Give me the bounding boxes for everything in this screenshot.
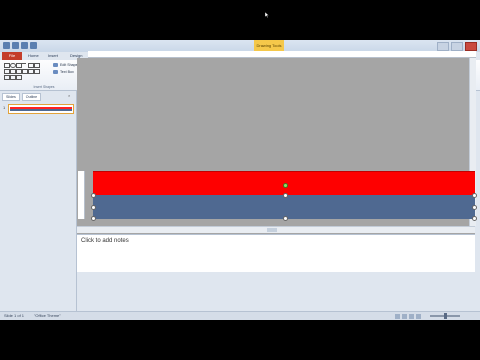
slide-sorter-icon[interactable]	[402, 314, 407, 319]
tab-slides[interactable]: Slides	[2, 93, 20, 101]
tab-outline[interactable]: Outline	[21, 93, 42, 101]
view-buttons	[395, 314, 421, 319]
zoom-slider[interactable]	[430, 313, 460, 319]
slide-thumbnail-number: 1	[3, 105, 6, 110]
smile-shape-icon[interactable]	[16, 75, 22, 80]
text-box-icon	[53, 70, 58, 74]
close-button[interactable]	[465, 42, 477, 51]
tab-home[interactable]: Home	[28, 52, 39, 60]
resize-handle-top-center[interactable]	[283, 193, 288, 198]
window-controls	[437, 42, 477, 51]
redo-icon[interactable]	[30, 42, 37, 49]
zoom-slider-knob[interactable]	[444, 313, 447, 319]
rotation-handle[interactable]	[283, 183, 288, 188]
resize-handle-bottom-left[interactable]	[91, 216, 96, 221]
text-box-button[interactable]: Text Box	[60, 70, 74, 74]
vertical-ruler	[78, 171, 85, 219]
app-icon[interactable]	[3, 42, 10, 49]
notes-placeholder: Click to add notes	[81, 238, 129, 244]
resize-handle-top-left[interactable]	[91, 193, 96, 198]
minimize-button[interactable]	[437, 42, 449, 51]
save-icon[interactable]	[12, 42, 19, 49]
horizontal-scrollbar[interactable]	[77, 226, 475, 233]
resize-handle-bottom-center[interactable]	[283, 216, 288, 221]
notes-pane[interactable]: Click to add notes	[77, 234, 475, 272]
resize-handle-top-right[interactable]	[472, 193, 477, 198]
horizontal-ruler	[88, 51, 476, 58]
video-frame: Drawing Tools File Home Insert Design Tr…	[0, 0, 480, 360]
group-label-insert-shapes: Insert Shapes	[33, 85, 55, 89]
slideshow-view-icon[interactable]	[416, 314, 421, 319]
close-pane-icon[interactable]: ×	[68, 93, 70, 98]
letterbox-bottom	[0, 320, 480, 360]
textbox-shape-icon[interactable]	[34, 63, 40, 68]
resize-handle-left[interactable]	[91, 205, 96, 210]
slides-pane: Slides Outline × 1	[0, 91, 77, 311]
slides-pane-tabs: Slides Outline	[2, 93, 42, 101]
tab-file[interactable]: File	[2, 52, 22, 60]
edit-shape-button[interactable]: Edit Shape	[60, 63, 78, 67]
slide-thumbnail[interactable]	[8, 104, 74, 114]
group-insert-shapes: Edit Shape Text Box Insert Shapes	[0, 60, 89, 90]
horizontal-scroll-thumb[interactable]	[267, 228, 277, 232]
line-shape-icon[interactable]	[22, 63, 26, 67]
reading-view-icon[interactable]	[409, 314, 414, 319]
more-shapes-icon[interactable]	[34, 69, 40, 74]
mouse-cursor-icon	[265, 12, 270, 18]
status-slide-info: Slide 1 of 1	[4, 313, 25, 318]
quick-access-toolbar	[3, 42, 37, 49]
tab-insert[interactable]: Insert	[48, 52, 58, 60]
normal-view-icon[interactable]	[395, 314, 400, 319]
edit-shape-icon	[53, 63, 58, 67]
resize-handle-right[interactable]	[472, 205, 477, 210]
maximize-button[interactable]	[451, 42, 463, 51]
undo-icon[interactable]	[21, 42, 28, 49]
status-theme: "Office Theme"	[34, 313, 61, 318]
thumbnail-blue-rect	[10, 109, 72, 111]
letterbox-top	[0, 0, 480, 40]
resize-handle-bottom-right[interactable]	[472, 216, 477, 221]
